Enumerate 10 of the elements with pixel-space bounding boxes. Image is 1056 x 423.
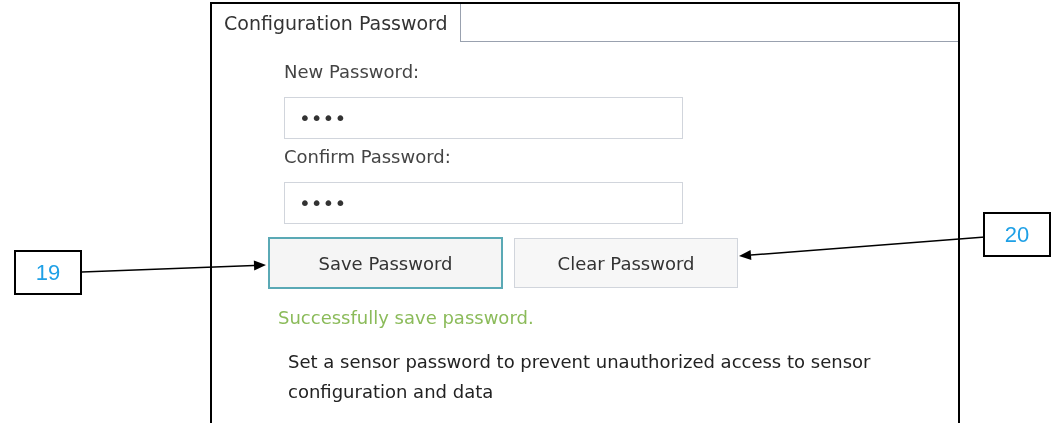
- description-text: Set a sensor password to prevent unauthorized access to sensor configuration and data: [288, 350, 872, 404]
- field-label: Confirm Password:: [284, 145, 452, 169]
- callout-label: 20: [983, 212, 1051, 257]
- password-field[interactable]: ••••: [284, 182, 683, 224]
- callout-label: 19: [14, 250, 82, 295]
- field-label: New Password:: [284, 60, 421, 84]
- button[interactable]: Clear Password: [514, 238, 738, 288]
- button[interactable]: Save Password: [268, 237, 503, 289]
- status-message: Successfully save password.: [278, 306, 535, 330]
- password-field[interactable]: ••••: [284, 97, 683, 139]
